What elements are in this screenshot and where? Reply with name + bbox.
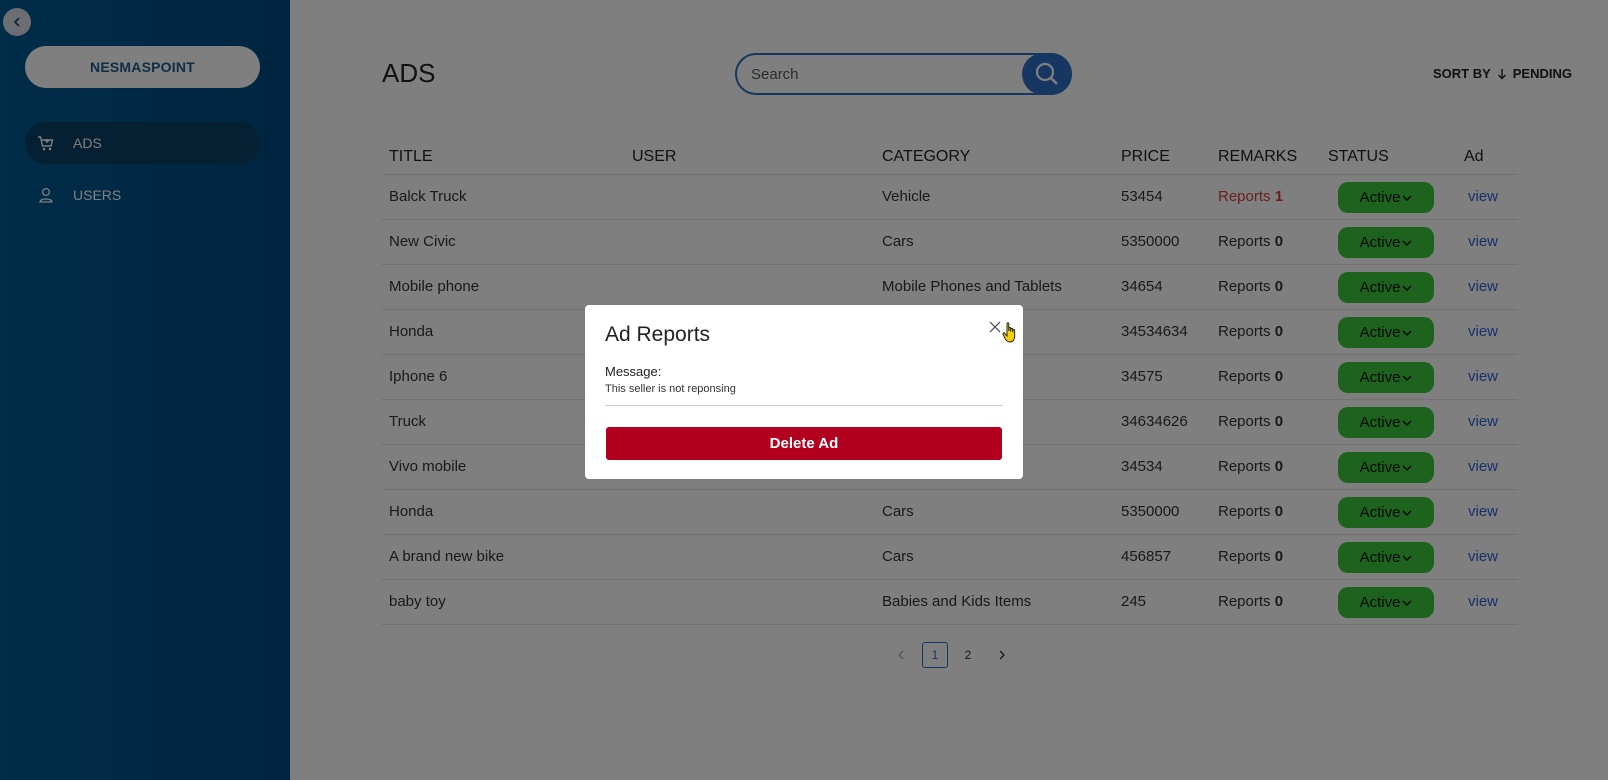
modal-title: Ad Reports	[605, 323, 711, 346]
delete-ad-button[interactable]: Delete Ad	[606, 427, 1002, 460]
divider	[605, 405, 1003, 406]
message-text: This seller is not reponsing	[605, 383, 736, 395]
close-icon	[989, 321, 1001, 333]
ad-reports-modal: Ad Reports Message: This seller is not r…	[585, 305, 1023, 479]
message-label: Message:	[605, 364, 662, 379]
hand-pointer-icon	[1002, 322, 1016, 343]
close-button[interactable]	[987, 319, 1003, 335]
